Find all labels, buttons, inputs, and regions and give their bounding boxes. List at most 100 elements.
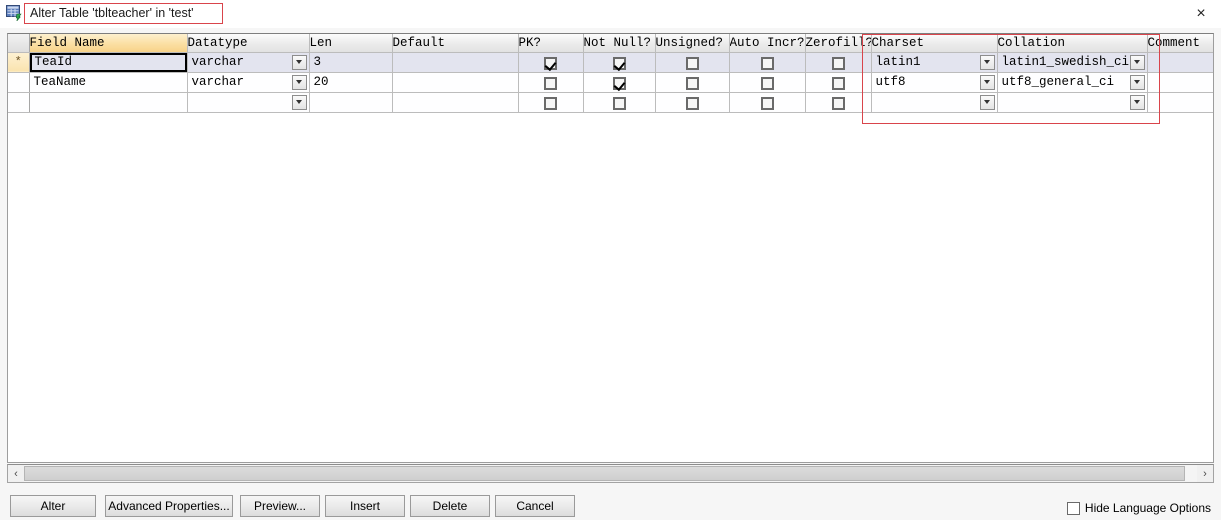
close-icon[interactable]: × — [1187, 2, 1215, 26]
cell-len[interactable]: 3 — [309, 52, 393, 73]
advanced-properties-button[interactable]: Advanced Properties... — [105, 495, 233, 517]
cell-not_null[interactable] — [583, 92, 656, 113]
delete-button[interactable]: Delete — [410, 495, 490, 517]
cell-comment[interactable] — [1147, 92, 1213, 113]
cell-unsigned[interactable] — [655, 52, 730, 73]
cell-charset[interactable]: latin1 — [871, 52, 998, 73]
table-row[interactable]: * TeaId varchar 3 latin1 latin1_swedish_ci — [8, 52, 1213, 73]
checkbox-auto_incr[interactable] — [760, 56, 774, 70]
cell-comment[interactable] — [1147, 72, 1213, 93]
horizontal-scrollbar[interactable]: ‹ › — [7, 464, 1214, 483]
chevron-down-icon[interactable] — [979, 54, 995, 70]
combo-collation[interactable] — [998, 93, 1147, 112]
combo-charset[interactable]: utf8 — [872, 73, 997, 92]
row-header-corner[interactable] — [8, 34, 30, 53]
checkbox-zerofill[interactable] — [831, 76, 845, 90]
table-row[interactable]: TeaName varchar 20 utf8 utf8_general_ci — [8, 72, 1213, 93]
row-header-cell[interactable] — [8, 72, 30, 93]
column-header-charset[interactable]: Charset — [871, 34, 998, 53]
cell-field_name[interactable] — [29, 92, 188, 113]
column-header-len[interactable]: Len — [309, 34, 393, 53]
cell-unsigned[interactable] — [655, 92, 730, 113]
cell-comment[interactable] — [1147, 52, 1213, 73]
insert-button[interactable]: Insert — [325, 495, 405, 517]
checkbox-not_null[interactable] — [612, 76, 626, 90]
field-definition-grid[interactable]: Field Name Datatype Len Default PK? Not Null?… — [7, 33, 1214, 463]
cell-auto_incr[interactable] — [729, 72, 806, 93]
combo-datatype[interactable]: varchar — [188, 53, 309, 72]
combo-charset[interactable]: latin1 — [872, 53, 997, 72]
checkbox-unsigned[interactable] — [685, 96, 699, 110]
checkbox-pk[interactable] — [544, 56, 557, 70]
cell-not_null[interactable] — [583, 52, 656, 73]
column-header-collation[interactable]: Collation — [997, 34, 1148, 53]
cell-auto_incr[interactable] — [729, 52, 806, 73]
checkbox-pk[interactable] — [544, 96, 557, 110]
cell-pk[interactable] — [518, 72, 584, 93]
table-row[interactable] — [8, 92, 1213, 113]
cell-len[interactable]: 20 — [309, 72, 393, 93]
combo-charset[interactable] — [872, 93, 997, 112]
cancel-button[interactable]: Cancel — [495, 495, 575, 517]
cell-default[interactable] — [392, 92, 519, 113]
column-header-comment[interactable]: Comment — [1147, 34, 1213, 53]
chevron-down-icon[interactable] — [291, 74, 307, 90]
combo-collation[interactable]: latin1_swedish_ci — [998, 53, 1147, 72]
column-header-datatype[interactable]: Datatype — [187, 34, 310, 53]
chevron-down-icon[interactable] — [1129, 54, 1145, 70]
cell-auto_incr[interactable] — [729, 92, 806, 113]
chevron-down-icon[interactable] — [1129, 94, 1145, 110]
checkbox-zerofill[interactable] — [831, 56, 845, 70]
combo-datatype[interactable]: varchar — [188, 73, 309, 92]
scrollbar-thumb[interactable] — [24, 466, 1186, 481]
chevron-down-icon[interactable] — [291, 94, 307, 110]
column-header-not_null[interactable]: Not Null? — [583, 34, 656, 53]
scroll-right-icon[interactable]: › — [1197, 465, 1213, 482]
cell-collation[interactable]: latin1_swedish_ci — [997, 52, 1148, 73]
cell-len[interactable] — [309, 92, 393, 113]
checkbox-not_null[interactable] — [612, 56, 626, 70]
cell-field_name[interactable]: TeaId — [29, 52, 188, 73]
checkbox-pk[interactable] — [544, 76, 557, 90]
cell-pk[interactable] — [518, 52, 584, 73]
column-header-field_name[interactable]: Field Name — [29, 34, 188, 53]
cell-pk[interactable] — [518, 92, 584, 113]
column-header-unsigned[interactable]: Unsigned? — [655, 34, 730, 53]
cell-field_name[interactable]: TeaName — [29, 72, 188, 93]
hide-language-options-checkbox[interactable] — [1066, 501, 1080, 515]
chevron-down-icon[interactable] — [291, 54, 307, 70]
cell-unsigned[interactable] — [655, 72, 730, 93]
checkbox-unsigned[interactable] — [685, 76, 699, 90]
chevron-down-icon[interactable] — [979, 74, 995, 90]
checkbox-auto_incr[interactable] — [760, 96, 774, 110]
column-header-default[interactable]: Default — [392, 34, 519, 53]
cell-default[interactable] — [392, 52, 519, 73]
cell-datatype[interactable]: varchar — [187, 52, 310, 73]
column-header-zerofill[interactable]: Zerofill? — [805, 34, 872, 53]
cell-default[interactable] — [392, 72, 519, 93]
checkbox-auto_incr[interactable] — [760, 76, 774, 90]
column-header-auto_incr[interactable]: Auto Incr? — [729, 34, 806, 53]
scrollbar-track[interactable] — [24, 465, 1197, 482]
cell-datatype[interactable] — [187, 92, 310, 113]
cell-collation[interactable]: utf8_general_ci — [997, 72, 1148, 93]
cell-zerofill[interactable] — [805, 92, 872, 113]
cell-zerofill[interactable] — [805, 52, 872, 73]
cell-datatype[interactable]: varchar — [187, 72, 310, 93]
combo-collation[interactable]: utf8_general_ci — [998, 73, 1147, 92]
chevron-down-icon[interactable] — [1129, 74, 1145, 90]
checkbox-unsigned[interactable] — [685, 56, 699, 70]
cell-charset[interactable] — [871, 92, 998, 113]
checkbox-zerofill[interactable] — [831, 96, 845, 110]
preview-button[interactable]: Preview... — [240, 495, 320, 517]
checkbox-not_null[interactable] — [612, 96, 626, 110]
combo-datatype[interactable] — [188, 93, 309, 112]
alter-button[interactable]: Alter — [10, 495, 96, 517]
cell-zerofill[interactable] — [805, 72, 872, 93]
cell-not_null[interactable] — [583, 72, 656, 93]
scroll-left-icon[interactable]: ‹ — [8, 465, 24, 482]
row-header-cell[interactable]: * — [8, 52, 30, 73]
chevron-down-icon[interactable] — [979, 94, 995, 110]
hide-language-options-option[interactable]: Hide Language Options — [1066, 500, 1211, 516]
row-header-cell[interactable] — [8, 92, 30, 113]
